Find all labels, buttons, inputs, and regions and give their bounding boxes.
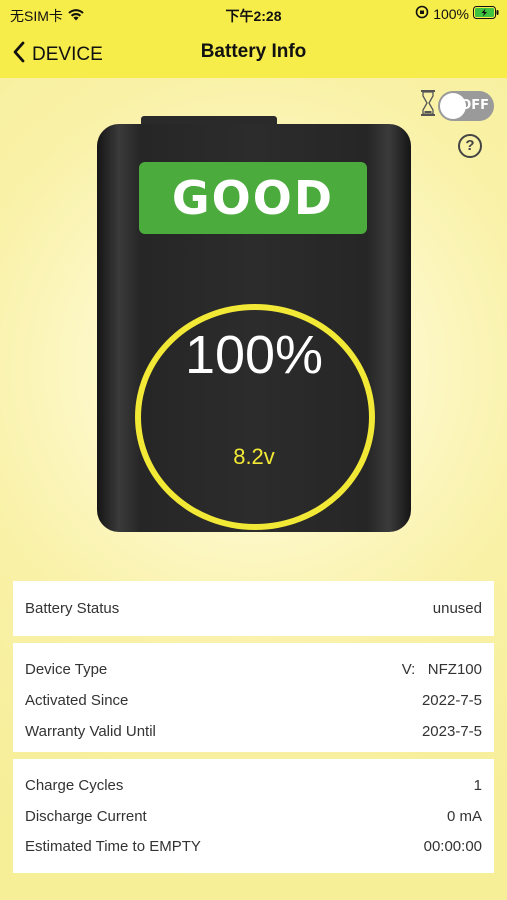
auto-off-toggle[interactable]: OFF xyxy=(438,90,494,121)
row-value: 0 mA xyxy=(446,808,482,825)
row-value: 2022-7-5 xyxy=(421,692,482,709)
list-item: Discharge Current 0 mA xyxy=(25,808,482,828)
navigation-bar: DEVICE Battery Info xyxy=(0,28,507,78)
battery-status-card: Battery Status unused xyxy=(13,581,494,636)
help-icon[interactable]: ? xyxy=(458,134,482,158)
row-value: V: NFZ100 xyxy=(401,661,482,678)
battery-charging-icon xyxy=(473,5,499,22)
row-label: Activated Since xyxy=(25,692,129,709)
row-value: 2023-7-5 xyxy=(421,723,482,740)
usage-info-card: Charge Cycles 1 Discharge Current 0 mA E… xyxy=(13,759,494,873)
row-label: Charge Cycles xyxy=(25,777,124,794)
battery-health-label: GOOD xyxy=(139,162,367,234)
row-value: 1 xyxy=(473,777,482,794)
auto-off-toggle-group: OFF xyxy=(420,88,494,123)
row-value: 00:00:00 xyxy=(423,838,482,855)
row-label: Device Type xyxy=(25,661,108,678)
row-label: Battery Status xyxy=(25,600,120,617)
battery-voltage: 8.2v xyxy=(233,444,275,469)
row-value: unused xyxy=(432,600,482,617)
list-item: Device Type V: NFZ100 xyxy=(25,661,482,681)
orientation-lock-icon xyxy=(415,5,429,22)
row-label: Warranty Valid Until xyxy=(25,723,156,740)
charge-percent: 100% xyxy=(184,325,324,385)
battery-illustration: GOOD 100% 8.2v xyxy=(97,116,411,532)
toggle-label: OFF xyxy=(460,97,489,113)
device-info-card: Device Type V: NFZ100 Activated Since 20… xyxy=(13,643,494,752)
row-label: Discharge Current xyxy=(25,808,147,825)
row-label: Estimated Time to EMPTY xyxy=(25,838,201,855)
list-item: Estimated Time to EMPTY 00:00:00 xyxy=(25,838,482,858)
hourglass-icon xyxy=(420,88,436,123)
battery-body: GOOD 100% 8.2v xyxy=(97,124,411,532)
list-item: Battery Status unused xyxy=(25,600,482,620)
list-item: Activated Since 2022-7-5 xyxy=(25,692,482,712)
list-item: Warranty Valid Until 2023-7-5 xyxy=(25,723,482,743)
page-title: Battery Info xyxy=(200,41,307,62)
status-bar: 无SIM卡 下午2:28 100% xyxy=(0,0,507,28)
list-item: Charge Cycles 1 xyxy=(25,777,482,797)
status-battery-percent: 100% xyxy=(433,5,469,22)
